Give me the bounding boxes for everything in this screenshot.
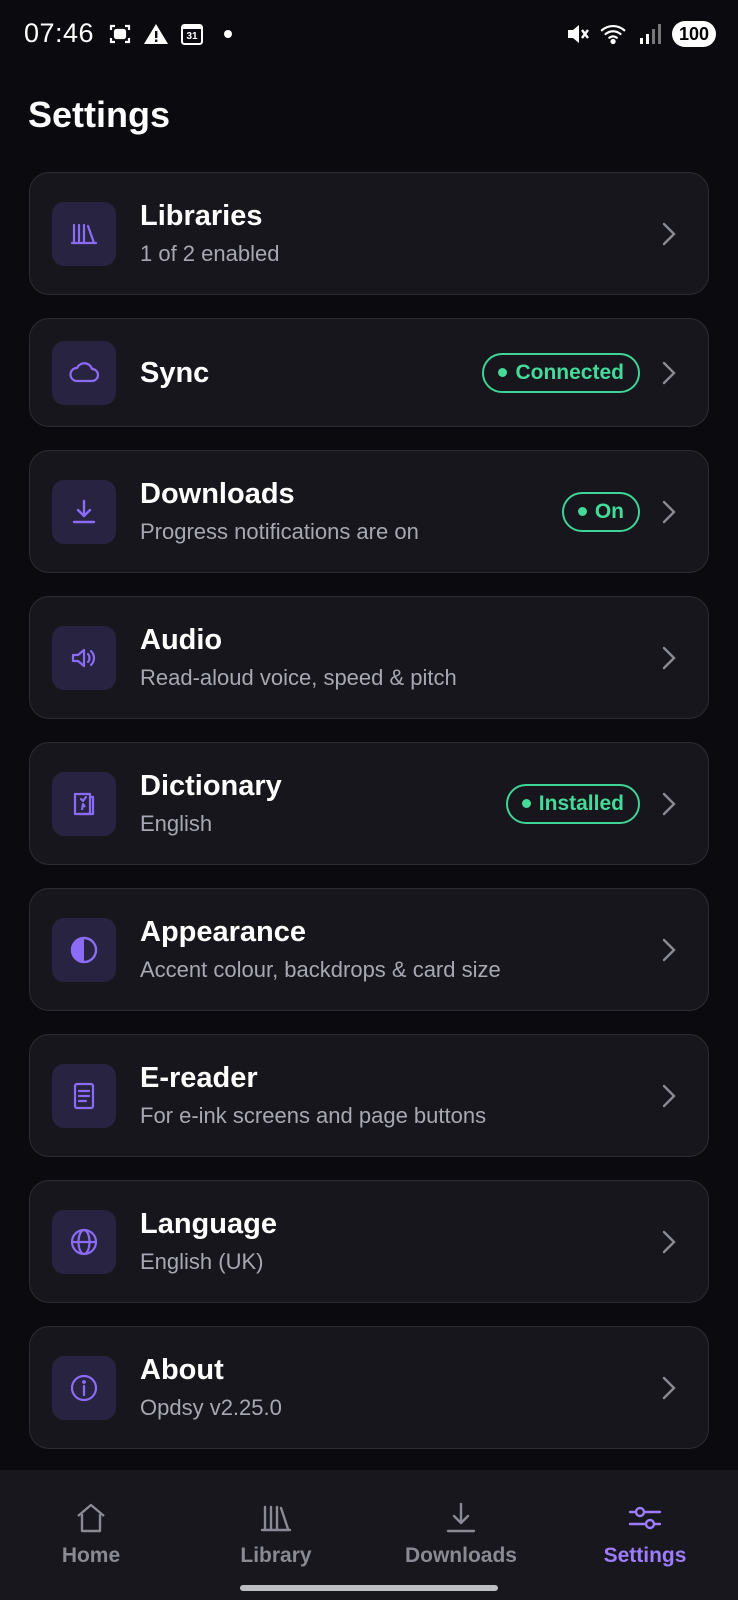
chevron-right-icon: [662, 222, 676, 245]
settings-item-title: Language: [140, 1207, 277, 1240]
settings-item-subtitle: English: [140, 810, 213, 836]
settings-item-appearance[interactable]: Appearance Accent colour, backdrops & ca…: [29, 888, 709, 1011]
speaker-icon: [52, 625, 116, 690]
wifi-icon: [600, 20, 628, 48]
nav-library[interactable]: Library: [201, 1498, 351, 1568]
home-icon: [16, 1498, 166, 1538]
status-badge-label: Connected: [515, 360, 624, 384]
contrast-icon: [52, 917, 116, 982]
settings-item-title: Audio: [140, 623, 223, 656]
status-badge: Connected: [482, 352, 640, 393]
nav-label: Home: [61, 1544, 121, 1567]
page-title: Settings: [28, 94, 171, 135]
nav-label: Settings: [603, 1544, 687, 1567]
status-dot: [521, 799, 531, 808]
status-right-icons: 100: [564, 20, 716, 48]
mute-icon: [564, 20, 592, 48]
status-dot: [498, 368, 508, 377]
status-left-icons: 31: [106, 20, 242, 48]
settings-item-language[interactable]: Language English (UK): [29, 1180, 709, 1303]
settings-item-title: E-reader: [140, 1061, 258, 1094]
status-time: 07:46: [24, 18, 95, 48]
libraries-icon: [52, 201, 116, 266]
settings-item-downloads[interactable]: Downloads Progress notifications are on …: [29, 450, 709, 573]
document-icon: [52, 1063, 116, 1128]
nav-home[interactable]: Home: [16, 1498, 166, 1568]
calendar-day: 31: [186, 30, 198, 42]
status-dot: [577, 507, 587, 516]
settings-item-audio[interactable]: Audio Read-aloud voice, speed & pitch: [29, 596, 709, 719]
nav-label: Library: [240, 1544, 312, 1567]
calendar-icon: 31: [178, 20, 206, 48]
status-badge: On: [561, 491, 640, 532]
book-icon: [52, 771, 116, 836]
settings-item-sync[interactable]: Sync Connected: [29, 318, 709, 427]
settings-item-subtitle: 1 of 2 enabled: [140, 240, 280, 266]
nav-settings[interactable]: Settings: [570, 1498, 720, 1568]
settings-item-subtitle: English (UK): [140, 1248, 264, 1274]
chevron-right-icon: [662, 361, 676, 384]
bottom-navigation: Home Library Downloads Settings: [0, 1470, 738, 1600]
chevron-right-icon: [662, 1084, 676, 1107]
chevron-right-icon: [662, 646, 676, 669]
cloud-icon: [52, 340, 116, 405]
nav-label: Downloads: [404, 1544, 517, 1567]
signal-icon: [636, 20, 664, 48]
sliders-icon: [570, 1498, 720, 1538]
chevron-right-icon: [662, 500, 676, 523]
settings-item-libraries[interactable]: Libraries 1 of 2 enabled: [29, 172, 709, 295]
chevron-right-icon: [662, 1230, 676, 1253]
settings-item-title: Dictionary: [140, 769, 282, 802]
settings-item-subtitle: Accent colour, backdrops & card size: [140, 956, 501, 982]
status-badge-label: On: [594, 499, 624, 523]
settings-item-e-reader[interactable]: E-reader For e-ink screens and page butt…: [29, 1034, 709, 1157]
settings-item-title: About: [140, 1353, 224, 1386]
info-icon: [52, 1355, 116, 1420]
globe-icon: [52, 1209, 116, 1274]
settings-item-title: Appearance: [140, 915, 307, 948]
chevron-right-icon: [662, 938, 676, 961]
warning-icon: [142, 20, 170, 48]
settings-item-subtitle: For e-ink screens and page buttons: [140, 1102, 487, 1128]
home-indicator[interactable]: [240, 1585, 498, 1591]
chevron-right-icon: [662, 792, 676, 815]
dot-icon: [214, 20, 242, 48]
settings-item-about[interactable]: About Opdsy v2.25.0: [29, 1326, 709, 1449]
chevron-right-icon: [662, 1376, 676, 1399]
settings-item-subtitle: Progress notifications are on: [140, 518, 419, 544]
settings-item-subtitle: Opdsy v2.25.0: [140, 1394, 282, 1420]
settings-item-title: Libraries: [140, 199, 263, 232]
settings-item-title: Downloads: [140, 477, 295, 510]
settings-item-subtitle: Read-aloud voice, speed & pitch: [140, 664, 457, 690]
nav-downloads[interactable]: Downloads: [386, 1498, 536, 1568]
battery-indicator: 100: [672, 21, 716, 47]
settings-item-dictionary[interactable]: Dictionary English Installed: [29, 742, 709, 865]
download-icon: [52, 479, 116, 544]
status-bar: 07:46 31 100: [0, 0, 738, 70]
settings-list: Libraries 1 of 2 enabled Sync Connected …: [29, 172, 709, 1472]
libraries-icon: [201, 1498, 351, 1538]
settings-item-title: Sync: [140, 356, 210, 389]
download-icon: [386, 1498, 536, 1538]
screenshot-icon: [106, 20, 134, 48]
status-badge: Installed: [505, 783, 640, 824]
status-badge-label: Installed: [538, 791, 624, 815]
